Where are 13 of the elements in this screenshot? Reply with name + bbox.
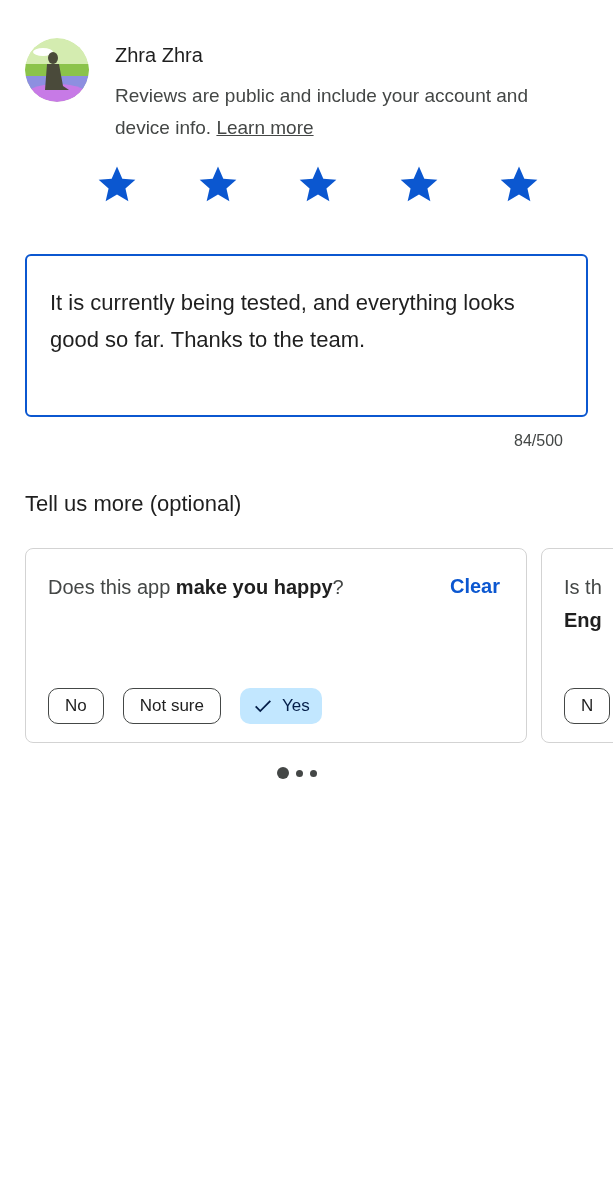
section-title: Tell us more (optional) bbox=[25, 490, 243, 518]
question-text: Does this app make you happy? bbox=[48, 575, 344, 600]
learn-more-link[interactable]: Learn more bbox=[216, 117, 314, 138]
review-input[interactable]: It is currently being tested, and everything looks good so far. Thanks to the team. bbox=[25, 254, 588, 417]
review-notice: Reviews are public and include your account and device info. Learn more bbox=[115, 84, 529, 140]
option-chip[interactable]: No bbox=[48, 688, 104, 724]
option-chip[interactable]: Not sure bbox=[122, 688, 221, 724]
clear-button[interactable]: Clear bbox=[449, 571, 500, 601]
character-counter: 84/500 bbox=[514, 431, 563, 451]
question-text: Is th Eng bbox=[564, 575, 602, 633]
option-chip[interactable]: N bbox=[564, 688, 611, 724]
option-chip[interactable]: Yes bbox=[240, 688, 322, 724]
user-name: Zhra Zhra bbox=[115, 43, 204, 68]
